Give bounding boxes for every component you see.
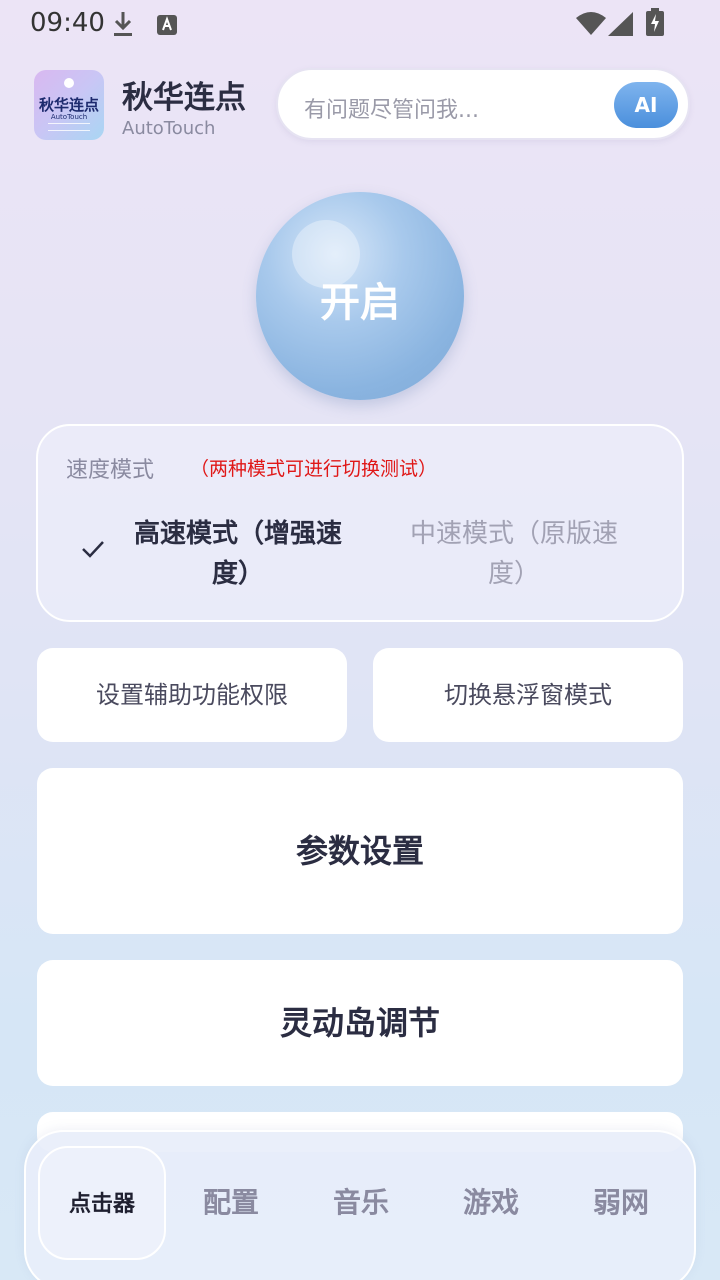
logo-hole	[64, 78, 74, 88]
app-subtitle: AutoTouch	[122, 118, 216, 139]
tab-music[interactable]: 音乐	[297, 1146, 425, 1260]
keyboard-a-icon	[156, 14, 178, 40]
tab-games[interactable]: 游戏	[427, 1146, 555, 1260]
start-button[interactable]: 开启	[256, 192, 464, 400]
speed-mode-card: 速度模式 （两种模式可进行切换测试） 高速模式（增强速度） 中速模式（原版速度）	[36, 424, 684, 622]
tab-weak-network[interactable]: 弱网	[557, 1146, 685, 1260]
battery-charging-icon	[646, 8, 664, 40]
check-icon	[80, 538, 106, 564]
speed-option-high[interactable]: 高速模式（增强速度）	[128, 514, 348, 594]
speed-mode-hint: （两种模式可进行切换测试）	[190, 458, 438, 480]
tab-config[interactable]: 配置	[167, 1146, 295, 1260]
tab-clicker[interactable]: 点击器	[38, 1146, 166, 1260]
speed-option-medium[interactable]: 中速模式（原版速度）	[394, 514, 634, 594]
accessibility-permission-button[interactable]: 设置辅助功能权限	[37, 648, 347, 742]
ai-button[interactable]: AI	[614, 82, 678, 128]
speed-mode-title: 速度模式	[66, 458, 155, 483]
logo-decoration	[48, 123, 90, 131]
app-title: 秋华连点	[122, 80, 246, 116]
floating-window-mode-button[interactable]: 切换悬浮窗模式	[373, 648, 683, 742]
status-bar: 09:40	[0, 0, 720, 48]
app-logo: 秋华连点 AutoTouch	[34, 70, 104, 140]
bottom-nav: 点击器 配置 音乐 游戏 弱网	[24, 1130, 696, 1280]
logo-text: 秋华连点	[38, 96, 99, 114]
download-icon	[112, 10, 134, 42]
start-button-label: 开启	[320, 280, 400, 326]
parameter-settings-button[interactable]: 参数设置	[37, 768, 683, 934]
dynamic-island-button[interactable]: 灵动岛调节	[37, 960, 683, 1086]
logo-subtext: AutoTouch	[50, 113, 88, 121]
signal-icon	[608, 12, 634, 40]
ai-search-input[interactable]: 有问题尽管问我... AI	[276, 68, 690, 140]
wifi-icon	[576, 12, 606, 40]
search-placeholder: 有问题尽管问我...	[304, 98, 479, 123]
status-time: 09:40	[30, 8, 105, 38]
